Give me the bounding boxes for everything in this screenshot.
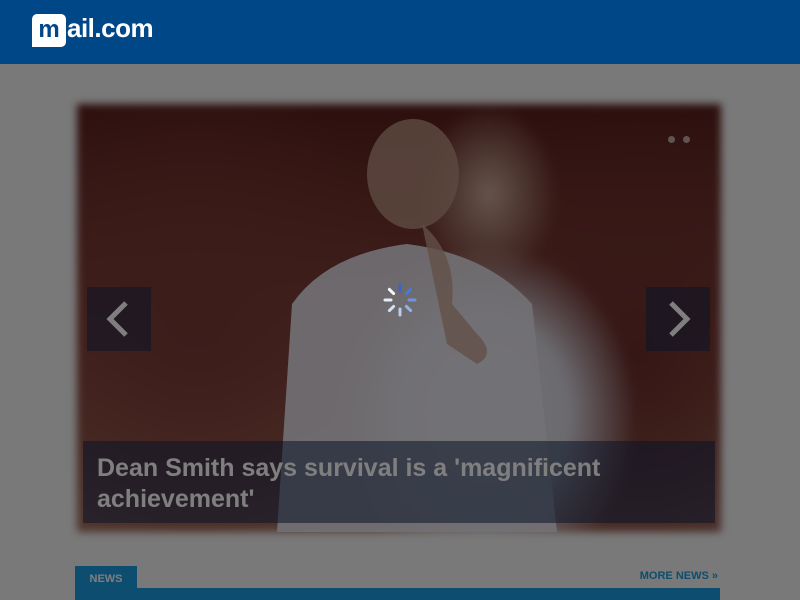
logo-mark-letter: m [38,15,60,43]
spinner-icon [383,283,417,317]
mail-com-logo[interactable]: m ail.com [32,13,154,47]
logo-mark: m [32,14,66,47]
loading-overlay [0,64,800,600]
logo-text: ail.com [67,13,154,43]
site-header: m ail.com [0,0,800,64]
